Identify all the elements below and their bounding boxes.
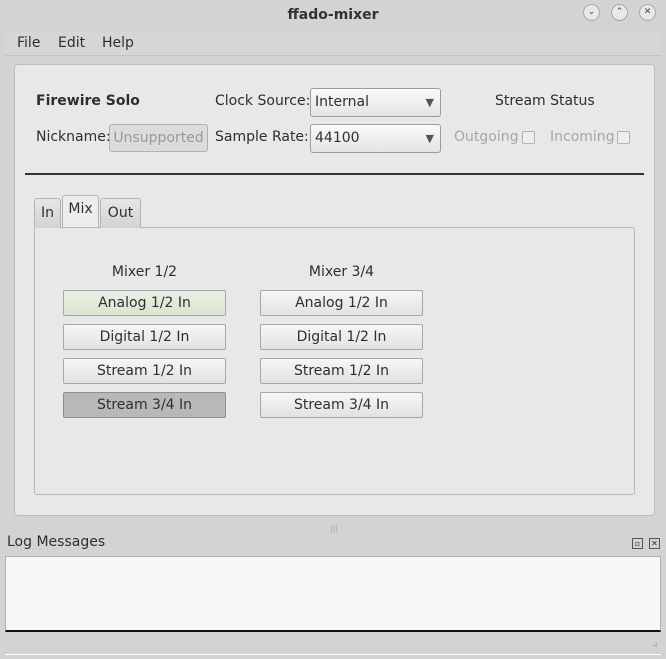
splitter-handle[interactable]: ||| bbox=[330, 524, 338, 533]
float-icon[interactable]: ▫ bbox=[632, 538, 643, 549]
outgoing-label: Outgoing bbox=[454, 129, 519, 145]
tab-mix[interactable]: Mix bbox=[62, 195, 99, 227]
clock-source-label: Clock Source: bbox=[215, 93, 311, 109]
device-name: Firewire Solo bbox=[36, 93, 140, 109]
clock-source-value: Internal bbox=[315, 94, 369, 110]
mixer34-stream12-button[interactable]: Stream 1/2 In bbox=[260, 358, 423, 384]
dropdown-arrow-icon: ▼ bbox=[425, 96, 434, 109]
sample-rate-label: Sample Rate: bbox=[215, 129, 309, 145]
tab-in[interactable]: In bbox=[34, 198, 61, 228]
outgoing-checkbox[interactable] bbox=[522, 131, 535, 144]
close-icon[interactable]: ✕ bbox=[639, 4, 656, 21]
mixer-1-2-title: Mixer 1/2 bbox=[111, 264, 178, 280]
incoming-checkbox[interactable] bbox=[617, 131, 630, 144]
menu-file[interactable]: File bbox=[17, 35, 40, 51]
resize-grip-icon[interactable]: ⠴ bbox=[652, 640, 658, 649]
sample-rate-select[interactable]: 44100 ▼ bbox=[310, 124, 441, 153]
clock-source-select[interactable]: Internal ▼ bbox=[310, 88, 441, 117]
divider bbox=[25, 173, 644, 175]
mixer12-analog-button[interactable]: Analog 1/2 In bbox=[63, 290, 226, 316]
menu-help[interactable]: Help bbox=[102, 35, 134, 51]
mixer12-stream34-button[interactable]: Stream 3/4 In bbox=[63, 392, 226, 418]
chevron-down-icon[interactable]: ⌄ bbox=[583, 4, 600, 21]
tab-out[interactable]: Out bbox=[100, 198, 141, 228]
menu-edit[interactable]: Edit bbox=[58, 35, 85, 51]
log-messages-area[interactable] bbox=[5, 556, 661, 632]
status-bar-line bbox=[5, 654, 661, 655]
window-title: ffado-mixer bbox=[287, 7, 379, 23]
mixer34-stream34-button[interactable]: Stream 3/4 In bbox=[260, 392, 423, 418]
mixer-3-4-title: Mixer 3/4 bbox=[308, 264, 375, 280]
stream-status-label: Stream Status bbox=[495, 93, 595, 109]
chevron-up-icon[interactable]: ⌃ bbox=[611, 4, 628, 21]
dropdown-arrow-icon: ▼ bbox=[425, 132, 434, 145]
mixer34-digital-button[interactable]: Digital 1/2 In bbox=[260, 324, 423, 350]
mixer34-analog-button[interactable]: Analog 1/2 In bbox=[260, 290, 423, 316]
nickname-label: Nickname: bbox=[36, 129, 111, 145]
mixer12-digital-button[interactable]: Digital 1/2 In bbox=[63, 324, 226, 350]
sample-rate-value: 44100 bbox=[315, 130, 360, 146]
log-title: Log Messages bbox=[7, 534, 106, 550]
incoming-label: Incoming bbox=[550, 129, 615, 145]
close-icon[interactable]: ✕ bbox=[649, 538, 660, 549]
mixer12-stream12-button[interactable]: Stream 1/2 In bbox=[63, 358, 226, 384]
nickname-field[interactable]: Unsupported bbox=[109, 124, 208, 152]
